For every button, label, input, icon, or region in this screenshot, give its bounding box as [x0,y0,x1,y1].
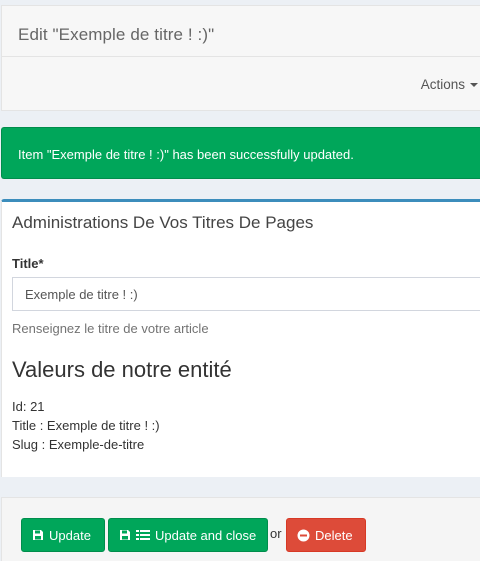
list-icon [136,529,150,541]
update-and-close-button[interactable]: Update and close [108,518,268,552]
title-help-text: Renseignez le titre de votre article [12,321,209,336]
actions-dropdown[interactable]: Actions [421,77,478,92]
delete-button-label: Delete [315,527,353,543]
entity-title-line: Title : Exemple de titre ! :) [12,418,160,433]
or-separator: or [270,526,282,541]
title-field[interactable] [12,277,480,311]
entity-values-list: Id: 21 Title : Exemple de titre ! :) Slu… [12,397,160,454]
header-divider [2,56,480,57]
actions-label: Actions [420,77,465,92]
delete-button[interactable]: Delete [286,518,366,552]
save-icon [32,529,44,541]
update-button[interactable]: Update [21,518,105,552]
alert-message: Item "Exemple de titre ! :)" has been su… [18,147,354,162]
entity-slug-line: Slug : Exemple-de-titre [12,437,145,452]
form-box-title: Administrations De Vos Titres De Pages [12,213,314,232]
page-title: Edit "Exemple de titre ! :)" [18,25,215,44]
update-button-label: Update [49,527,91,543]
minus-circle-icon [297,529,310,542]
edit-form-box: Administrations De Vos Titres De Pages T… [1,199,480,477]
success-alert: Item "Exemple de titre ! :)" has been su… [1,127,480,179]
update-and-close-label: Update and close [155,527,257,543]
form-actions-footer: Update Update and close or Delete [1,497,480,561]
page-header: Edit "Exemple de titre ! :)" Actions [1,5,480,111]
entity-id-line: Id: 21 [12,399,45,414]
save-icon [119,529,131,541]
title-field-label: Title* [12,256,44,271]
caret-down-icon [470,82,478,87]
entity-values-heading: Valeurs de notre entité [12,357,232,382]
